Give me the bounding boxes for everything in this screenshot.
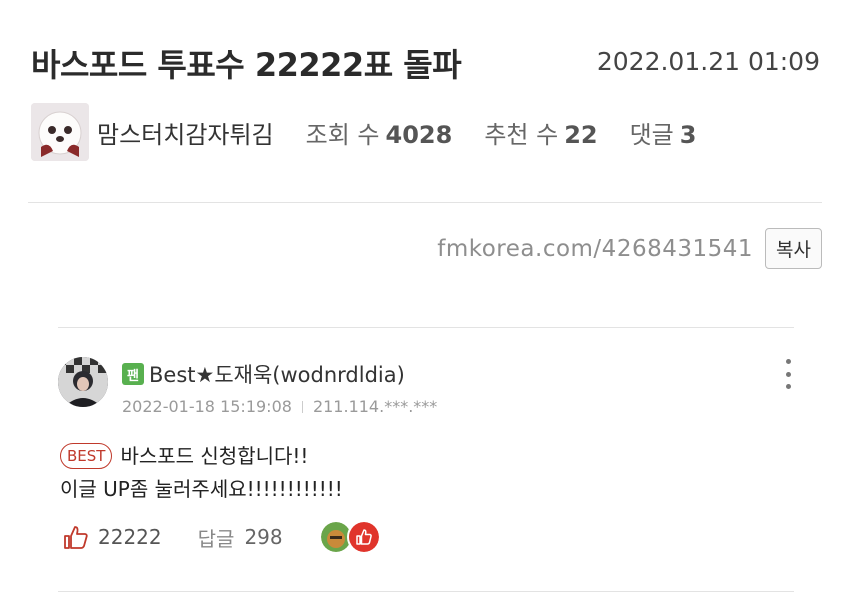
best-badge: BEST [60, 443, 113, 469]
author-avatar[interactable] [31, 103, 89, 161]
author-row: 맘스터치감자튀김 조회 수 4028 추천 수 22 댓글 3 [31, 103, 696, 161]
comments-stat: 댓글 3 [630, 115, 697, 150]
comment-line-1: 바스포드 신청합니다!! [120, 444, 309, 468]
comment-body: BEST 바스포드 신청합니다!! 이글 UP좀 눌러주세요!!!!!!!!!!!… [60, 440, 343, 506]
post-url[interactable]: fmkorea.com/4268431541 [437, 236, 753, 262]
recommends-count: 22 [564, 120, 598, 149]
comments-label: 댓글 [629, 120, 674, 149]
recommends-stat: 추천 수 22 [484, 115, 597, 150]
bottom-divider [58, 591, 794, 592]
comment-line-2: 이글 UP좀 눌러주세요!!!!!!!!!!!! [60, 477, 343, 501]
thumbs-up-icon[interactable] [62, 523, 90, 551]
reply-button[interactable]: 답글 [198, 523, 235, 552]
more-options-icon[interactable] [778, 359, 798, 389]
post-title: 바스포드 투표수 22222표 돌파 [31, 46, 462, 84]
comment-ip: 211.114.***.*** [312, 397, 438, 416]
views-count: 4028 [385, 120, 453, 149]
comments-count: 3 [679, 120, 697, 149]
author-name[interactable]: 맘스터치감자튀김 [97, 115, 274, 150]
commenter-nickname[interactable]: Best★도재욱(wodnrdldia) [149, 359, 405, 389]
comment-date: 2022-01-18 15:19:08 [122, 397, 292, 416]
divider [28, 202, 822, 203]
comment-meta: 2022-01-18 15:19:08 211.114.***.*** [122, 397, 437, 416]
reactor-like-icon [346, 520, 381, 554]
views-stat: 조회 수 4028 [306, 115, 453, 150]
url-row: fmkorea.com/4268431541 복사 [437, 228, 822, 269]
views-label: 조회 수 [305, 120, 380, 149]
fan-badge: 팬 [122, 363, 144, 385]
like-count: 22222 [98, 525, 162, 549]
recommends-label: 추천 수 [484, 120, 559, 149]
meta-separator [301, 400, 303, 413]
reactor-avatars[interactable] [318, 520, 381, 554]
commenter-avatar[interactable] [58, 357, 108, 407]
post-date: 2022.01.21 01:09 [596, 47, 820, 76]
reply-count: 298 [244, 525, 283, 549]
comments-divider [58, 327, 794, 328]
copy-url-button[interactable]: 복사 [765, 228, 822, 269]
comment-actions: 22222 답글 298 [62, 520, 381, 554]
comment-header: 팬 Best★도재욱(wodnrdldia) [122, 359, 405, 389]
